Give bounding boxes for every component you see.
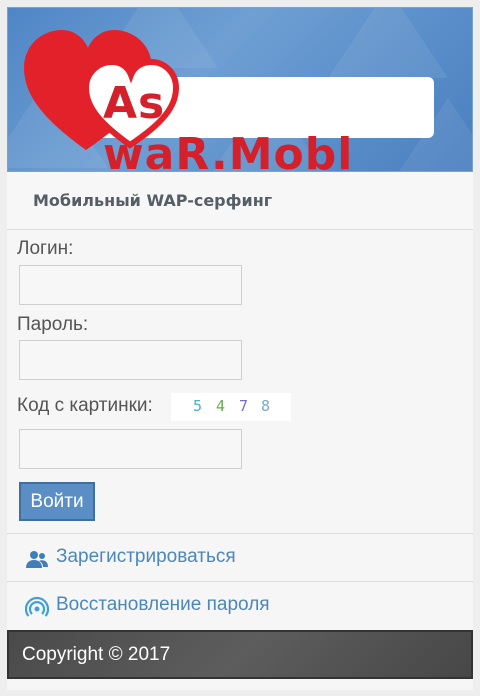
signal-icon [25,596,49,617]
login-label: Логин: [17,238,74,259]
logo-text-left: As [103,78,166,129]
login-input[interactable] [19,265,242,305]
captcha-digit: 7 [239,397,249,415]
password-label: Пароль: [17,314,89,335]
register-link[interactable]: Зарегистрироваться [56,546,236,568]
recover-password-link[interactable]: Восстановление пароля [56,594,270,616]
captcha-label: Код с картинки: [17,395,153,416]
captcha-digit: 8 [261,397,271,415]
copyright-text: Copyright © 2017 [22,644,171,665]
page-subtitle: Мобильный WAP-серфинг [33,191,273,210]
captcha-image: 5 4 7 8 [171,393,291,421]
users-icon [26,551,48,568]
logo-text[interactable]: AswaR.Mobl [103,78,472,172]
captcha-input[interactable] [19,429,242,469]
captcha-digit: 5 [193,397,203,415]
register-row[interactable]: Зарегистрироваться [7,533,473,581]
recover-row[interactable]: Восстановление пароля [7,581,473,629]
password-input[interactable] [19,340,242,380]
header-pattern [328,8,448,78]
login-button[interactable]: Войти [19,482,95,521]
logo-text-right: waR.Mobl [103,129,354,172]
page: AswaR.Mobl Мобильный WAP-серфинг Логин: … [7,7,473,690]
site-header: AswaR.Mobl [7,7,473,172]
subtitle-bar: Мобильный WAP-серфинг [7,172,473,230]
footer: Copyright © 2017 [7,630,473,679]
captcha-digit: 4 [216,397,226,415]
